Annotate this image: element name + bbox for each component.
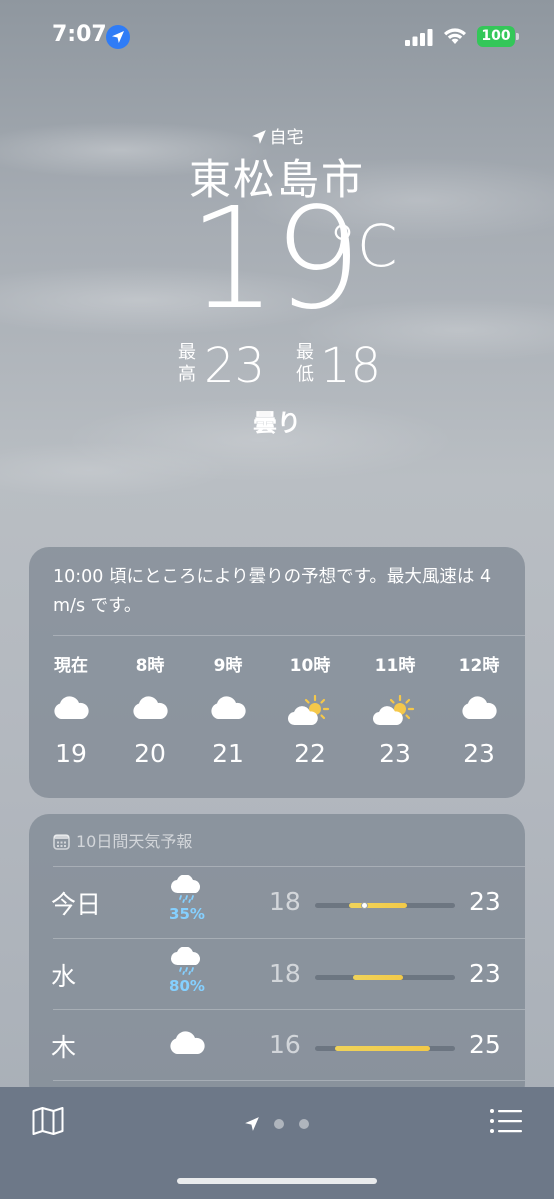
temperature-range-bar — [315, 1046, 455, 1051]
home-indicator[interactable] — [177, 1178, 377, 1184]
location-label: 自宅 — [0, 123, 554, 148]
temperature-range-fill — [352, 975, 404, 980]
current-temp-marker — [360, 902, 368, 909]
status-bar: 7:07 100 — [0, 0, 554, 70]
high-value: 23 — [204, 338, 266, 394]
hour-label: 11時 — [374, 656, 416, 676]
status-time: 7:07 — [52, 22, 107, 47]
daily-row[interactable]: 木 16 25 — [29, 1010, 525, 1081]
temperature-range-fill — [334, 1046, 430, 1051]
hour-temp: 23 — [379, 739, 411, 768]
hour-item: 現在 19 — [36, 651, 106, 768]
divider — [53, 1080, 525, 1081]
location-services-icon — [106, 25, 130, 49]
page-dot — [274, 1119, 284, 1129]
day-label: 水 — [51, 962, 77, 991]
hour-item: 8時 20 — [115, 651, 185, 768]
partly-sunny-icon — [360, 694, 430, 745]
high-label: 最高 — [178, 342, 196, 385]
hour-item: 9時 21 — [193, 651, 263, 768]
location-label-text: 自宅 — [269, 128, 304, 148]
daily-forecast-card[interactable]: 10日間天気予報 今日 35% 18 23 水 80% 18 23 木 16 2… — [29, 814, 525, 1104]
hour-temp: 23 — [463, 739, 495, 768]
current-location-page-icon — [245, 1117, 259, 1131]
battery-indicator: 100 — [477, 26, 519, 47]
list-icon — [490, 1109, 522, 1133]
hour-temp: 22 — [294, 739, 326, 768]
day-label: 木 — [51, 1033, 77, 1062]
hour-label: 9時 — [213, 656, 243, 676]
low-temp: 18 — [269, 887, 301, 916]
hour-temp: 20 — [134, 739, 166, 768]
high-temp: 23 — [469, 959, 501, 988]
location-arrow-icon — [251, 130, 266, 144]
cloud-icon — [115, 695, 185, 745]
hour-label: 10時 — [289, 656, 331, 676]
weather-condition: 曇り — [253, 409, 301, 437]
temperature-range-bar — [315, 902, 455, 909]
precipitation-chance: 80% — [169, 977, 205, 995]
cloud-icon — [444, 695, 514, 745]
hour-item: 11時 23 — [360, 651, 430, 768]
high-temp: 25 — [469, 1030, 501, 1059]
hourly-forecast-card[interactable]: 10:00 頃にところにより曇りの予想です。最大風速は 4 m/s です。 現在… — [29, 547, 525, 798]
hour-label: 8時 — [135, 656, 165, 676]
cloud-icon — [193, 695, 263, 745]
forecast-summary: 10:00 頃にところにより曇りの予想です。最大風速は 4 m/s です。 — [53, 567, 492, 616]
daily-forecast-header: 10日間天気予報 — [53, 828, 192, 852]
hour-label: 現在 — [54, 656, 88, 676]
rain-icon: 80% — [165, 946, 209, 995]
low-label: 最低 — [296, 342, 314, 385]
daily-row[interactable]: 今日 35% 18 23 — [29, 867, 525, 938]
cellular-signal-icon — [405, 29, 433, 46]
cloud-icon — [165, 1030, 209, 1060]
daily-row[interactable]: 水 80% 18 23 — [29, 939, 525, 1010]
page-dot — [299, 1119, 309, 1129]
low-temp: 18 — [269, 959, 301, 988]
day-label: 今日 — [51, 890, 102, 919]
high-temp: 23 — [469, 887, 501, 916]
map-button[interactable] — [32, 1107, 64, 1139]
cloud-icon — [36, 695, 106, 745]
location-list-button[interactable] — [490, 1109, 522, 1137]
temperature-range-fill — [348, 903, 408, 908]
divider — [53, 635, 525, 636]
temperature-unit: °C — [328, 212, 398, 280]
rain-icon: 35% — [165, 874, 209, 923]
calendar-icon — [53, 834, 70, 850]
temperature-range-bar — [315, 975, 455, 980]
hour-item: 12時 23 — [444, 651, 514, 768]
partly-sunny-icon — [275, 694, 345, 745]
low-value: 18 — [320, 338, 382, 394]
hour-temp: 19 — [55, 739, 87, 768]
hour-temp: 21 — [212, 739, 244, 768]
daily-forecast-title: 10日間天気予報 — [76, 832, 193, 851]
precipitation-chance: 35% — [169, 905, 205, 923]
hour-item: 10時 22 — [275, 651, 345, 768]
wifi-icon — [444, 28, 466, 44]
low-temp: 16 — [269, 1030, 301, 1059]
hour-label: 12時 — [458, 656, 500, 676]
map-icon — [32, 1107, 64, 1135]
